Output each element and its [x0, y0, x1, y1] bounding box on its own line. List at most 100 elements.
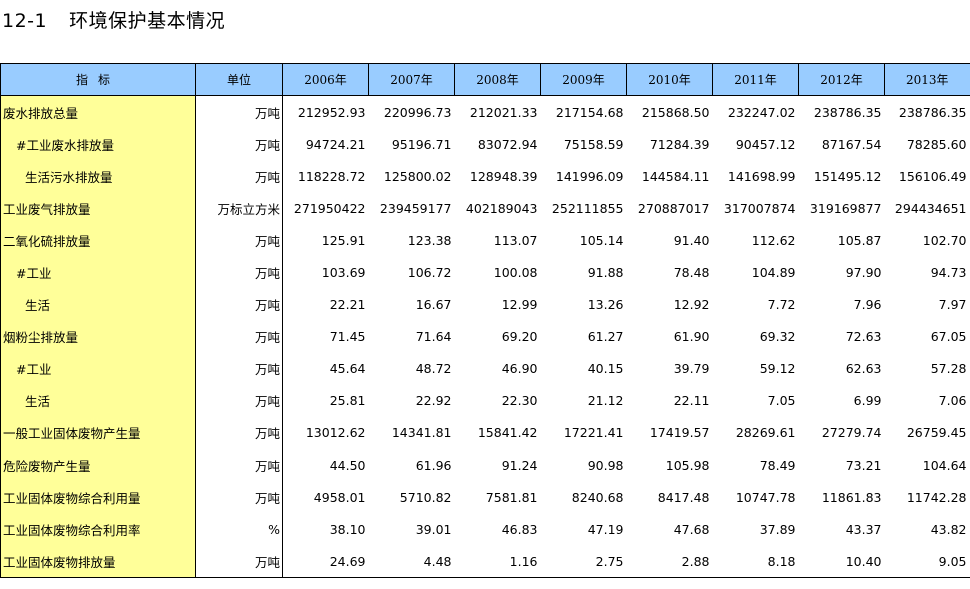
table-row: #工业废水排放量 万吨 94724.21 95196.71 83072.94 75158.… — [0, 128, 970, 161]
value-cell: 6.99 — [853, 393, 882, 409]
value-cell: 22.11 — [673, 393, 710, 409]
table-row: 生活 万吨 22.21 16.67 12.99 13.26 12.92 7.72 7.96 7.9… — [0, 288, 970, 321]
value-cell: 317007874 — [723, 200, 796, 216]
value-cell: 104.89 — [751, 265, 796, 281]
value-cell: 4958.01 — [313, 489, 366, 505]
value-cell: 28269.61 — [735, 425, 796, 441]
row-label: 工业固体废物综合利用量 — [0, 481, 196, 514]
value-cell: 94724.21 — [305, 136, 366, 152]
value-cell: 125.91 — [321, 232, 366, 248]
row-unit: 万吨 — [195, 384, 283, 417]
value-cell: 104.64 — [922, 457, 967, 473]
row-label: 危险废物产生量 — [0, 449, 196, 482]
value-cell: 112.62 — [751, 232, 796, 248]
value-cell: 71284.39 — [649, 136, 710, 152]
value-cell: 156106.49 — [898, 168, 967, 184]
value-cell: 2.75 — [540, 545, 627, 579]
row-label: 生活 — [0, 288, 196, 321]
value-cell: 128948.39 — [469, 168, 538, 184]
value-cell: 78.49 — [759, 457, 796, 473]
value-cell: 105.87 — [837, 232, 882, 248]
value-cell: 61.90 — [673, 329, 710, 345]
row-unit: 万吨 — [195, 128, 283, 161]
row-unit: 万吨 — [195, 95, 283, 129]
value-cell: 43.82 — [930, 521, 967, 537]
row-unit: 万吨 — [195, 224, 283, 257]
row-unit: 万吨 — [195, 416, 283, 450]
value-cell: 141996.09 — [555, 168, 624, 184]
value-cell: 38.10 — [329, 521, 366, 537]
row-unit: 万吨 — [195, 256, 283, 289]
value-cell: 39.01 — [415, 521, 452, 537]
row-label: #工业废水排放量 — [0, 128, 196, 161]
value-cell: 105.98 — [665, 457, 710, 473]
header-row: 指标 单位 2006年 2007年 2008年 2009年 2010年 2011… — [0, 63, 970, 96]
value-cell: 402189043 — [465, 200, 538, 216]
value-cell: 37.89 — [759, 521, 796, 537]
value-cell: 141698.99 — [727, 168, 796, 184]
value-cell: 238786.35 — [813, 104, 882, 120]
value-cell: 8417.48 — [657, 489, 710, 505]
value-cell: 105.14 — [579, 232, 624, 248]
value-cell: 22.30 — [501, 393, 538, 409]
value-cell: 90457.12 — [735, 136, 796, 152]
value-cell: 123.38 — [407, 232, 452, 248]
table-row: 烟粉尘排放量 万吨 71.45 71.64 69.20 61.27 61.90 69.32 72… — [0, 320, 970, 353]
row-unit: 万标立方米 — [195, 192, 283, 225]
value-cell: 217154.68 — [555, 104, 624, 120]
row-label: 工业固体废物排放量 — [0, 545, 196, 579]
value-cell: 1.16 — [454, 545, 541, 579]
value-cell: 47.19 — [587, 521, 624, 537]
row-unit: 万吨 — [195, 288, 283, 321]
row-label: 二氧化硫排放量 — [0, 224, 196, 257]
table-row: 工业固体废物排放量 万吨 24.69 4.48 1.16 2.75 2.88 8.18 10.4… — [0, 545, 970, 579]
table-row: 生活 万吨 25.81 22.92 22.30 21.12 22.11 7.05 6.99 7.0… — [0, 384, 970, 417]
value-cell: 39.79 — [673, 361, 710, 377]
value-cell: 294434651 — [894, 200, 967, 216]
value-cell: 47.68 — [673, 521, 710, 537]
value-cell: 252111855 — [551, 200, 624, 216]
value-cell: 21.12 — [587, 393, 624, 409]
value-cell: 73.21 — [845, 457, 882, 473]
value-cell: 94.73 — [930, 265, 967, 281]
value-cell: 78285.60 — [906, 136, 967, 152]
value-cell: 271950422 — [293, 200, 366, 216]
value-cell: 22.21 — [329, 297, 366, 313]
table-row: #工业 万吨 45.64 48.72 46.90 40.15 39.79 59.12 62.63… — [0, 352, 970, 385]
row-unit: 万吨 — [195, 160, 283, 193]
value-cell: 220996.73 — [383, 104, 452, 120]
value-cell: 69.32 — [759, 329, 796, 345]
table-row: 二氧化硫排放量 万吨 125.91 123.38 113.07 105.14 91.40 11… — [0, 224, 970, 257]
value-cell: 151495.12 — [813, 168, 882, 184]
table-row: #工业 万吨 103.69 106.72 100.08 91.88 78.48 104.89 9… — [0, 256, 970, 289]
header-unit: 单位 — [195, 63, 283, 96]
value-cell: 212021.33 — [469, 104, 538, 120]
value-cell: 103.69 — [321, 265, 366, 281]
value-cell: 57.28 — [930, 361, 967, 377]
value-cell: 43.37 — [845, 521, 882, 537]
header-year: 2011年 — [712, 63, 799, 96]
value-cell: 270887017 — [637, 200, 710, 216]
value-cell: 10747.78 — [735, 489, 796, 505]
header-year: 2007年 — [368, 63, 455, 96]
value-cell: 14341.81 — [391, 425, 452, 441]
row-unit: 万吨 — [195, 481, 283, 514]
row-label: 废水排放总量 — [0, 95, 196, 129]
table-title: 环境保护基本情况 — [69, 10, 226, 32]
value-cell: 11742.28 — [906, 489, 967, 505]
value-cell: 75158.59 — [563, 136, 624, 152]
value-cell: 100.08 — [493, 265, 538, 281]
value-cell: 25.81 — [329, 393, 366, 409]
value-cell: 7.97 — [938, 297, 967, 313]
value-cell: 144584.11 — [641, 168, 710, 184]
value-cell: 7.06 — [938, 393, 967, 409]
table-row: 工业固体废物综合利用率% 38.10 39.01 46.83 47.19 47.68 37.… — [0, 513, 970, 546]
header-indicator: 指标 — [0, 63, 196, 96]
value-cell: 9.05 — [884, 545, 970, 579]
row-unit: 万吨 — [195, 545, 283, 579]
value-cell: 106.72 — [407, 265, 452, 281]
value-cell: 4.48 — [368, 545, 455, 579]
row-unit: 万吨 — [195, 320, 283, 353]
row-label: 生活 — [0, 384, 196, 417]
value-cell: 11861.83 — [821, 489, 882, 505]
